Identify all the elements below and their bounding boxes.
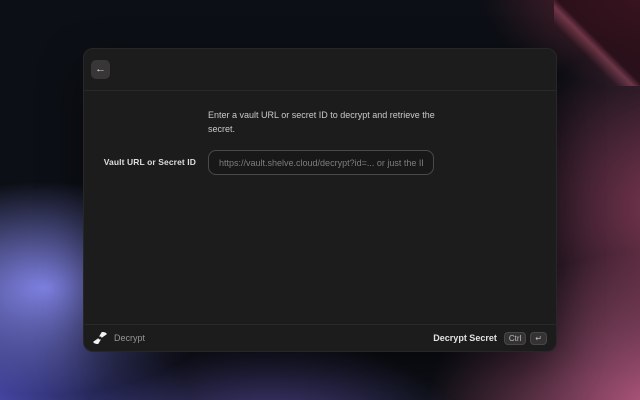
back-arrow-icon: ← xyxy=(95,64,106,75)
back-button[interactable]: ← xyxy=(91,60,110,79)
wallpaper-corner-streak xyxy=(554,0,640,86)
decrypt-window: ← Enter a vault URL or secret ID to decr… xyxy=(83,48,557,352)
ctrl-key-badge: Ctrl xyxy=(504,332,526,345)
window-body: Enter a vault URL or secret ID to decryp… xyxy=(84,91,556,324)
window-footer: Decrypt Decrypt Secret Ctrl ↵ xyxy=(84,324,556,351)
footer-app-label: Decrypt xyxy=(114,333,145,343)
enter-key-badge: ↵ xyxy=(530,332,547,345)
desktop-background: ← Enter a vault URL or secret ID to decr… xyxy=(0,0,640,400)
shelve-logo-icon xyxy=(93,332,107,344)
window-header: ← xyxy=(84,49,556,91)
form-description: Enter a vault URL or secret ID to decryp… xyxy=(208,108,444,136)
decrypt-action-label: Decrypt Secret xyxy=(433,333,497,343)
vault-url-input[interactable] xyxy=(208,150,434,175)
decrypt-secret-action[interactable]: Decrypt Secret Ctrl ↵ xyxy=(433,332,547,345)
vault-url-label: Vault URL or Secret ID xyxy=(100,157,196,167)
